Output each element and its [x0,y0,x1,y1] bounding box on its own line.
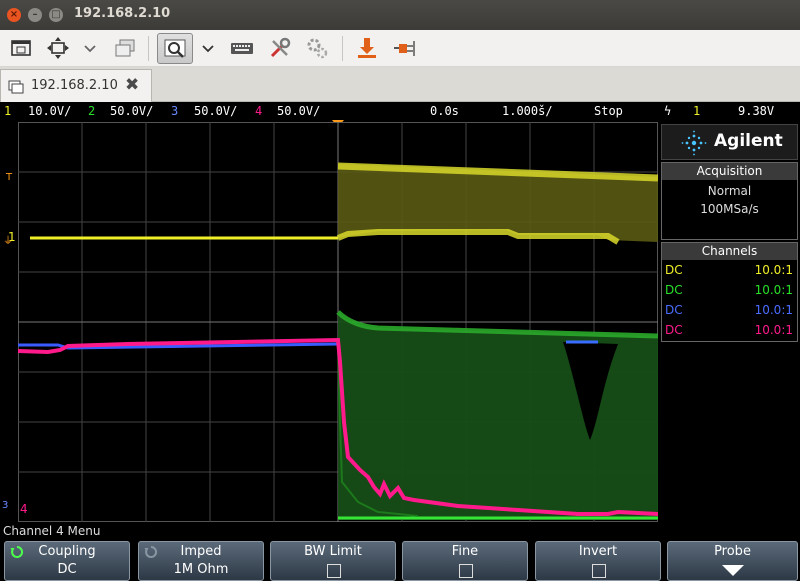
channel-coupling: DC [665,323,683,337]
ch4-scale: 50.0V/ [277,104,321,118]
menu-title: Channel 4 Menu [0,522,800,540]
ch3-ground-marker: 3 [2,500,9,511]
ch3-number: 3 [171,104,179,118]
tab-bar: 192.168.2.10 ✖ [0,67,800,102]
ch1-trace [30,162,658,245]
channels-section: Channels DC 10.0:1 DC 10.0:1 DC 10.0:1 D… [661,242,798,342]
transfer-icon[interactable] [354,35,380,61]
toolbar-separator [148,36,149,61]
checkbox-icon [459,564,473,578]
ground-icon: ⏚ [3,236,13,247]
window-titlebar: × – □ 192.168.2.10 [0,0,800,30]
run-state: Stop [594,104,623,118]
brand-name: Agilent [714,131,783,151]
arrow-down-icon [722,565,744,576]
window-title: 192.168.2.10 [74,6,171,21]
channel-coupling: DC [665,263,683,277]
minimize-window-button[interactable]: – [28,8,42,22]
channels-title: Channels [662,243,797,260]
ch2-scale: 50.0V/ [110,104,154,118]
channel-row-3: DC 10.0:1 [662,300,797,320]
softkey-label: Probe [714,544,751,559]
softkey-probe[interactable]: Probe [667,541,798,581]
trigger-source: 1 [693,104,701,118]
zoom-icon[interactable] [157,33,193,64]
softkey-label: BW Limit [304,544,362,559]
keyboard-icon[interactable] [229,35,255,61]
channel-probe: 10.0:1 [754,283,793,297]
channel-coupling: DC [665,303,683,317]
brand-box: Agilent [661,124,798,160]
chevron-down-icon[interactable] [80,35,100,61]
acquisition-mode: Normal [707,184,752,198]
softkey-label: Coupling [38,544,96,559]
trigger-edge-icon: ϟ [664,104,672,118]
maximize-window-button[interactable]: □ [49,8,63,22]
channel-row-1: DC 10.0:1 [662,260,797,280]
ch4-number: 4 [255,104,263,118]
tab-label: 192.168.2.10 [31,78,118,93]
chevron-down-icon[interactable] [198,35,218,61]
close-tab-icon[interactable]: ✖ [125,75,139,95]
timebase: 1.000š/ [502,104,553,118]
ch1-scale: 10.0V/ [28,104,72,118]
close-window-button[interactable]: × [7,8,21,22]
tools-icon[interactable] [267,35,293,61]
trigger-level-marker: T [6,172,13,183]
waveform-display[interactable]: T 1 ⏚ 3 4 [2,122,658,522]
ch4-ground-marker: 4 [20,502,28,516]
acquisition-title: Acquisition [662,163,797,180]
agilent-logo-icon [681,130,707,156]
toolbar-separator [342,36,343,61]
checkbox-icon [592,564,606,578]
softkey-label: Fine [451,544,479,559]
softkey-label: Invert [578,544,618,559]
softkey-invert[interactable]: Invert [535,541,661,581]
tab-icon [8,79,24,98]
move-icon[interactable] [45,35,71,61]
trigger-level: 9.38V [738,104,775,118]
channel-row-4: DC 10.0:1 [662,320,797,340]
softkey-label: Imped [180,544,222,559]
channel-probe: 10.0:1 [754,323,793,337]
acquisition-section: Acquisition Normal 100MSa/s [661,162,798,240]
ch3-scale: 50.0V/ [194,104,238,118]
softkey-impedance[interactable]: Imped 1M Ohm [138,541,264,581]
channel-row-2: DC 10.0:1 [662,280,797,300]
channel-probe: 10.0:1 [754,263,793,277]
ch2-number: 2 [88,104,96,118]
checkbox-icon [327,564,341,578]
info-panel: Agilent Acquisition Normal 100MSa/s Chan… [659,122,800,522]
toolbar [0,30,800,67]
windows-icon[interactable] [112,35,138,61]
softkey-fine[interactable]: Fine [402,541,528,581]
window-icon[interactable] [8,35,34,61]
softkey-coupling[interactable]: Coupling DC [4,541,130,581]
settings-icon[interactable] [304,35,330,61]
ch1-number: 1 [4,104,12,118]
plug-icon[interactable] [391,35,417,61]
tab-session[interactable]: 192.168.2.10 ✖ [0,69,152,102]
channel-probe: 10.0:1 [754,303,793,317]
softkey-bw-limit[interactable]: BW Limit [270,541,396,581]
trigger-delay: 0.0s [430,104,459,118]
softkey-value: 1M Ohm [173,562,229,577]
scope-status-line: 1 10.0V/ 2 50.0V/ 3 50.0V/ 4 50.0V/ 0.0s… [0,102,800,120]
channel-coupling: DC [665,283,683,297]
sample-rate: 100MSa/s [700,202,759,216]
softkey-value: DC [57,562,77,577]
